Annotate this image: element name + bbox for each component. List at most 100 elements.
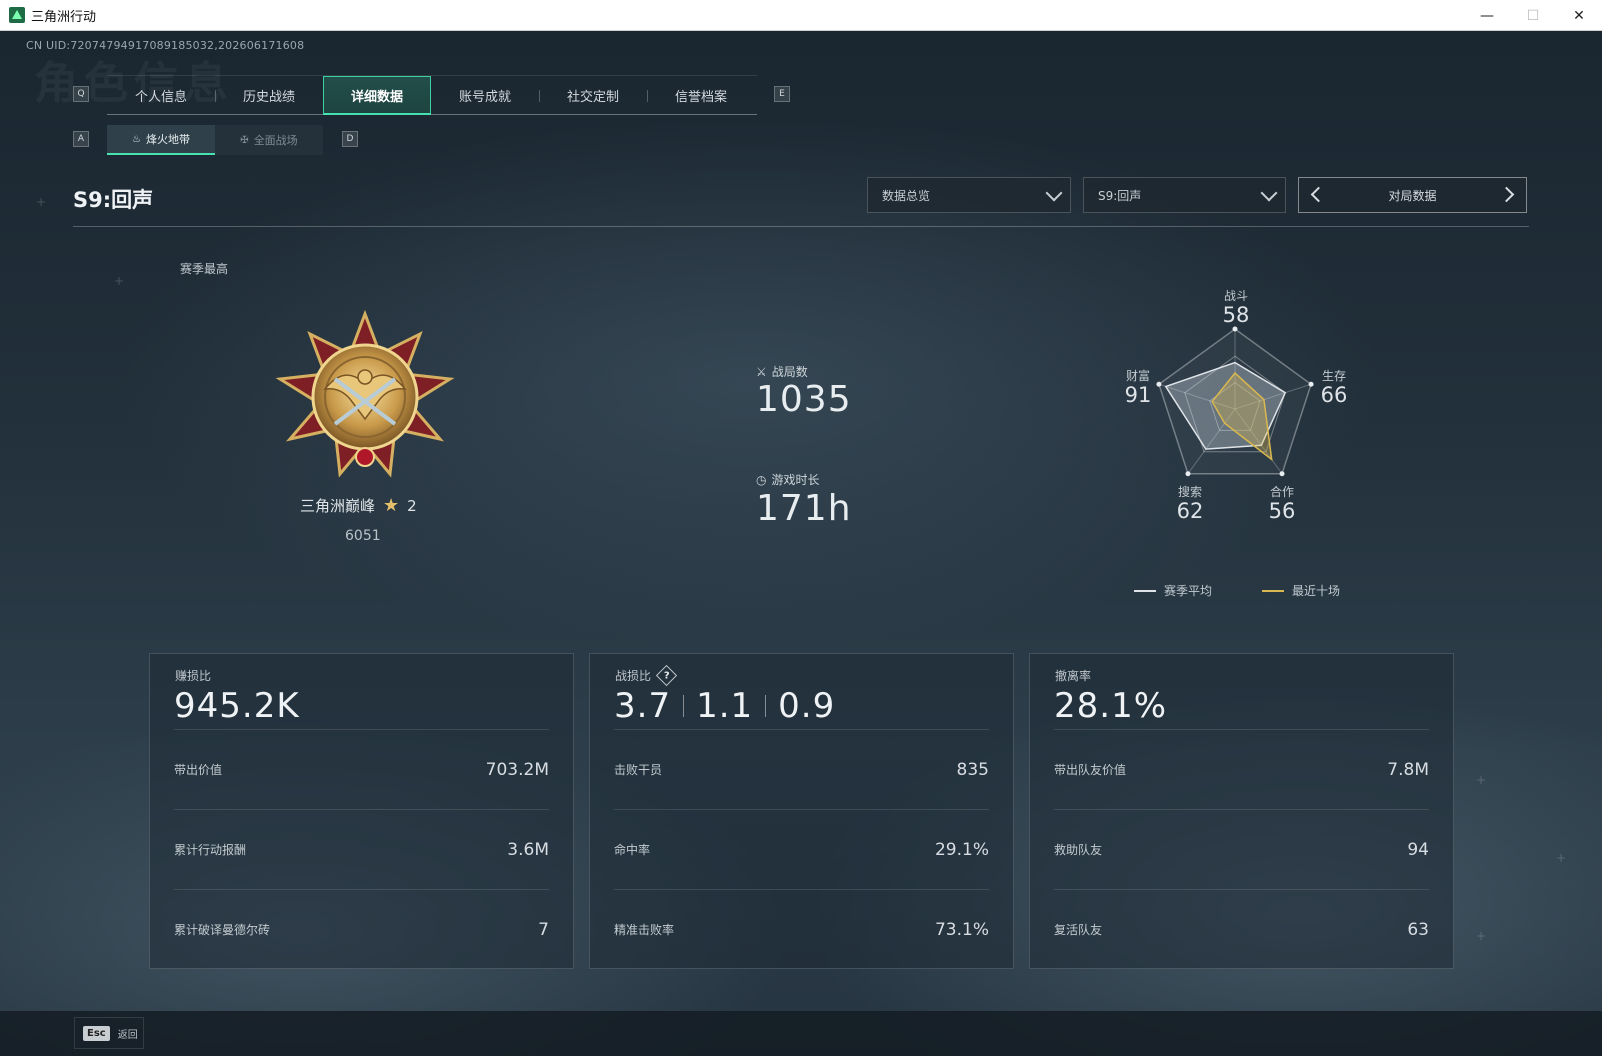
row-value: 29.1% <box>934 839 989 860</box>
matches-label: ⚔ 战局数 <box>756 363 808 380</box>
card-main-value: 945.2K <box>174 686 300 726</box>
subtab-label: 全面战场 <box>253 134 298 147</box>
window-controls: — ☐ ✕ <box>1464 0 1602 31</box>
header-divider <box>73 226 1529 227</box>
tab-achievements[interactable]: 账号成就 <box>431 76 539 115</box>
chevron-left-icon[interactable] <box>1310 186 1327 203</box>
battle-icon: ✠ <box>240 134 249 146</box>
value-separator <box>765 695 767 717</box>
kd-value-3: 0.9 <box>778 686 836 726</box>
tab-next-key[interactable]: E <box>774 86 790 102</box>
playtime-label-text: 游戏时长 <box>771 473 820 487</box>
chevron-down-icon <box>1260 184 1278 202</box>
card-title: 战损比 ? <box>615 664 678 687</box>
radar-value-combat: 58 <box>1222 303 1250 327</box>
radar-value-search: 62 <box>1176 499 1204 523</box>
row-label: 累计行动报酬 <box>174 843 247 857</box>
legend-recent-ten: 最近十场 <box>1262 582 1340 599</box>
subtab-next-key[interactable]: D <box>342 131 358 147</box>
matches-label-text: 战局数 <box>771 365 808 379</box>
view-dropdown[interactable]: 数据总览 <box>867 177 1071 213</box>
back-button[interactable]: Esc 返回 <box>74 1017 144 1049</box>
row-label: 累计破译曼德尔砖 <box>174 923 271 937</box>
legend-avg-text: 赛季平均 <box>1164 584 1213 598</box>
tab-prev-key[interactable]: Q <box>73 86 89 102</box>
row-value: 3.6M <box>507 839 549 860</box>
row-label: 救助队友 <box>1054 843 1103 857</box>
playtime-value: 171h <box>756 488 852 529</box>
legend-swatch-recent <box>1262 589 1284 592</box>
radar-label-survival: 生存 <box>1321 369 1346 383</box>
card-kd-ratio: 战损比 ? 3.7 1.1 0.9 击败干员 835 命中率 29.1% 精准击… <box>589 653 1014 969</box>
radar-vertex-dot <box>1185 471 1191 477</box>
window-titlebar: 三角洲行动 — ☐ ✕ <box>0 0 1602 31</box>
close-icon[interactable]: ✕ <box>1556 0 1602 31</box>
radar-label-search: 搜索 <box>1177 485 1202 499</box>
card-profit-ratio: 赚损比 945.2K 带出价值 703.2M 累计行动报酬 3.6M 累计破译曼… <box>149 653 574 969</box>
minimize-icon[interactable]: — <box>1464 0 1510 31</box>
tab-reputation[interactable]: 信誉档案 <box>647 76 755 115</box>
tab-social[interactable]: 社交定制 <box>539 76 647 115</box>
main-tab-bar: 个人信息 历史战绩 详细数据 账号成就 社交定制 信誉档案 <box>107 75 757 115</box>
radar-value-wealth: 91 <box>1124 383 1152 407</box>
row-value: 7.8M <box>1387 759 1429 780</box>
card-row: 累计行动报酬 3.6M <box>174 809 549 889</box>
decor-cross-icon: + <box>36 195 47 209</box>
value-separator <box>683 695 685 717</box>
maximize-icon[interactable]: ☐ <box>1510 0 1556 31</box>
chevron-right-icon[interactable] <box>1498 186 1515 203</box>
card-title: 撤离率 <box>1055 669 1092 683</box>
tab-detailed-data[interactable]: 详细数据 <box>323 76 431 115</box>
radar-label-wealth: 财富 <box>1125 369 1150 383</box>
help-icon[interactable]: ? <box>655 664 678 687</box>
clock-icon: ◷ <box>756 472 767 487</box>
row-label: 命中率 <box>614 843 651 857</box>
matches-value: 1035 <box>756 379 852 420</box>
row-label: 精准击败率 <box>614 923 675 937</box>
playtime-label: ◷ 游戏时长 <box>756 471 820 488</box>
match-data-pager: 对局数据 <box>1298 177 1527 213</box>
card-row: 救助队友 94 <box>1054 809 1429 889</box>
radar-vertex-dot <box>1232 326 1238 332</box>
row-label: 带出队友价值 <box>1054 763 1127 777</box>
radar-value-cooperation: 56 <box>1268 499 1296 523</box>
card-row: 带出价值 703.2M <box>174 729 549 809</box>
legend-recent-text: 最近十场 <box>1292 584 1341 598</box>
back-label: 返回 <box>117 1029 138 1041</box>
kd-value-1: 3.7 <box>614 686 672 726</box>
radar-label-combat: 战斗 <box>1223 289 1248 303</box>
legend-season-avg: 赛季平均 <box>1134 582 1212 599</box>
card-row: 命中率 29.1% <box>614 809 989 889</box>
rank-name-text: 三角洲巅峰 <box>300 497 376 515</box>
rank-score: 6051 <box>345 528 381 544</box>
app-logo-icon <box>9 7 25 23</box>
row-value: 835 <box>956 759 989 780</box>
row-value: 703.2M <box>485 759 549 780</box>
card-row: 带出队友价值 7.8M <box>1054 729 1429 809</box>
sub-tab-bar: ♨ 烽火地带 ✠ 全面战场 <box>107 125 323 155</box>
kd-value-2: 1.1 <box>696 686 754 726</box>
decor-cross-icon: + <box>1556 851 1567 865</box>
campfire-icon: ♨ <box>132 133 141 145</box>
subtab-prev-key[interactable]: A <box>73 131 89 147</box>
card-row: 精准击败率 73.1% <box>614 889 989 969</box>
season-dropdown-value: S9:回声 <box>1098 188 1142 203</box>
tab-history[interactable]: 历史战绩 <box>215 76 323 115</box>
card-extraction-rate: 撤离率 28.1% 带出队友价值 7.8M 救助队友 94 复活队友 63 <box>1029 653 1454 969</box>
subtab-hazard-zone[interactable]: ♨ 烽火地带 <box>107 125 215 155</box>
subtab-full-battle[interactable]: ✠ 全面战场 <box>215 125 323 155</box>
card-row: 复活队友 63 <box>1054 889 1429 969</box>
game-viewport: 角色信息 CN UID:7207479491708918503​2,202606… <box>0 31 1602 1056</box>
season-dropdown[interactable]: S9:回声 <box>1083 177 1286 213</box>
card-row: 累计破译曼德尔砖 7 <box>174 889 549 969</box>
card-main-value: 28.1% <box>1054 686 1168 726</box>
tab-personal-info[interactable]: 个人信息 <box>107 76 215 115</box>
rank-badge-icon <box>275 309 455 478</box>
rank-name: 三角洲巅峰 ★ 2 <box>300 495 417 516</box>
card-row: 击败干员 835 <box>614 729 989 809</box>
subtab-label: 烽火地带 <box>145 133 190 146</box>
card-title: 赚损比 <box>175 669 212 683</box>
row-label: 复活队友 <box>1054 923 1103 937</box>
decor-cross-icon: + <box>1476 773 1487 787</box>
crossed-swords-icon: ⚔ <box>756 364 767 379</box>
